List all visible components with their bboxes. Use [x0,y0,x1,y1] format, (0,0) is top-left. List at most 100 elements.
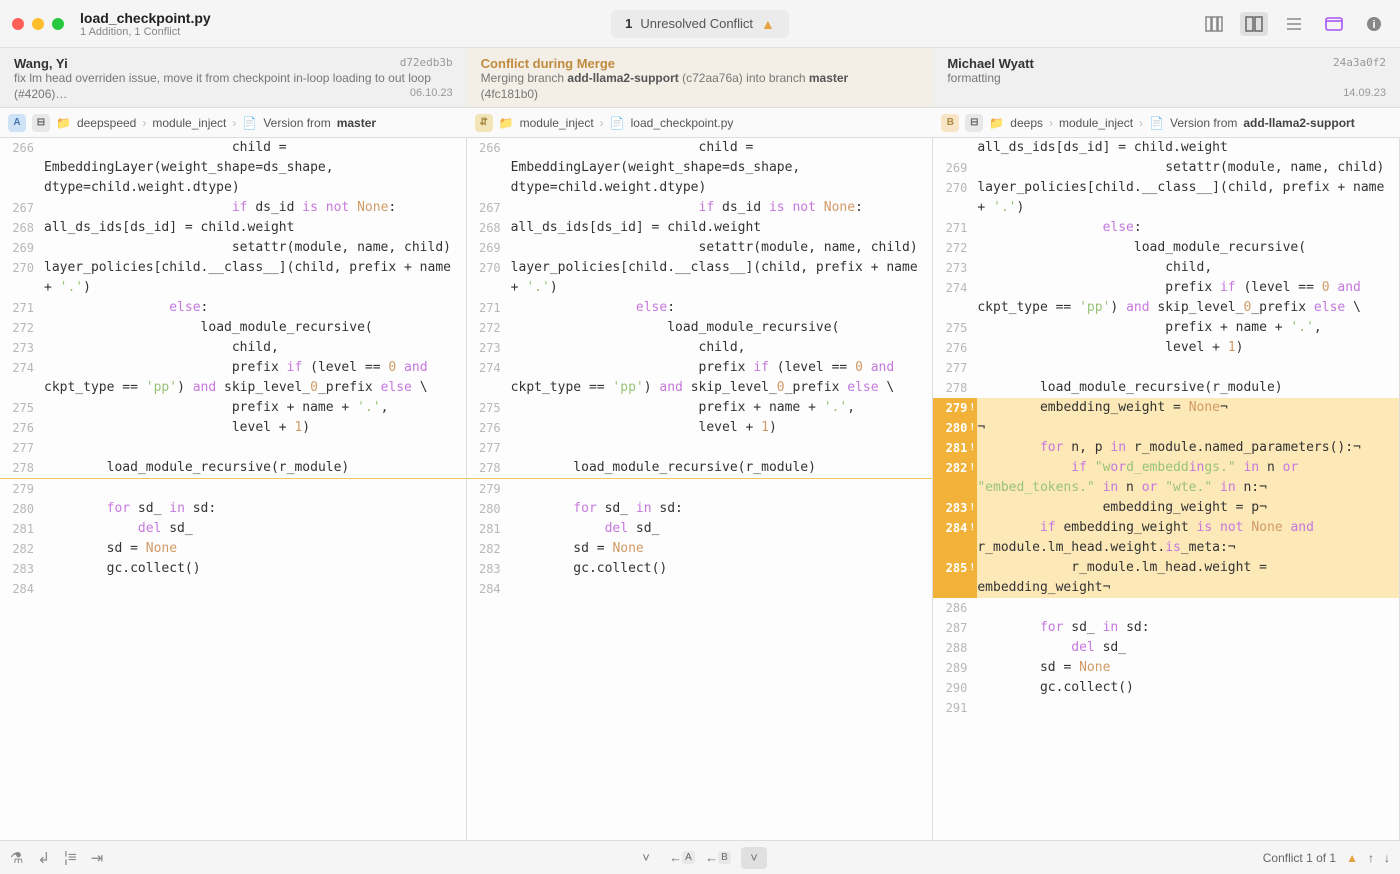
code-line[interactable]: 268all_ds_ids[ds_id] = child.weight [467,218,933,238]
code-middle-pane[interactable]: 266 child = EmbeddingLayer(weight_shape=… [467,138,934,840]
take-from-b-button[interactable]: ←B [705,847,731,869]
code-line[interactable]: 284 [467,579,933,599]
code-text: del sd_ [44,519,466,539]
code-line[interactable]: 269 setattr(module, name, child) [467,238,933,258]
code-line[interactable]: 279 [467,479,933,499]
status-center-group: ˅ ←A ←B ˅ [633,847,767,869]
code-line[interactable]: 282! if "word_embeddings." in n or "embe… [933,458,1399,498]
code-line[interactable]: 266 child = EmbeddingLayer(weight_shape=… [467,138,933,198]
maximize-window-button[interactable] [52,18,64,30]
nav-down-icon[interactable]: ˅ [633,847,659,869]
breadcrumb-right[interactable]: B ⊟ 📁 deeps › module_inject › 📄 Version … [933,108,1400,137]
line-number: 272 [467,318,511,338]
indent-icon[interactable]: ¦≡ [64,849,77,866]
take-from-a-button[interactable]: ←A [669,847,695,869]
code-line[interactable]: 277 [933,358,1399,378]
layout-split-icon[interactable] [1240,12,1268,36]
code-line[interactable]: 283 gc.collect() [0,559,466,579]
code-line[interactable]: 276 level + 1) [933,338,1399,358]
code-line[interactable]: 267 if ds_id is not None: [0,198,466,218]
wrap-icon[interactable]: ↲ [37,849,50,867]
commit-left[interactable]: Wang, Yi fix lm head overriden issue, mo… [0,48,467,107]
conflict-summary-pill[interactable]: 1 Unresolved Conflict ▲ [611,10,789,38]
code-right-pane[interactable]: all_ds_ids[ds_id] = child.weight269 seta… [933,138,1400,840]
close-window-button[interactable] [12,18,24,30]
code-line[interactable]: 273 child, [933,258,1399,278]
line-number: 274 [467,358,511,398]
minimize-window-button[interactable] [32,18,44,30]
code-line[interactable]: 284! if embedding_weight is not None and… [933,518,1399,558]
code-line[interactable]: 288 del sd_ [933,638,1399,658]
code-line[interactable]: 275 prefix + name + '.', [0,398,466,418]
code-line[interactable]: 266 child = EmbeddingLayer(weight_shape=… [0,138,466,198]
code-line[interactable]: 281 del sd_ [467,519,933,539]
split-toggle-badge[interactable]: ⊟ [965,114,983,132]
code-line[interactable]: 270layer_policies[child.__class__](child… [467,258,933,298]
code-line[interactable]: 271 else: [0,298,466,318]
code-line[interactable]: 289 sd = None [933,658,1399,678]
code-line[interactable]: 270layer_policies[child.__class__](child… [0,258,466,298]
code-line[interactable]: 277 [467,438,933,458]
commit-right[interactable]: Michael Wyatt formatting 24a3a0f2 14.09.… [933,48,1400,107]
nav-next-icon[interactable]: ˅ [741,847,767,869]
code-line[interactable]: 284 [0,579,466,599]
layout-columns-icon[interactable] [1200,12,1228,36]
code-line[interactable]: 274 prefix if (level == 0 and ckpt_type … [0,358,466,398]
code-line[interactable]: 269 setattr(module, name, child) [933,158,1399,178]
info-icon[interactable]: i [1360,12,1388,36]
code-line[interactable]: 267 if ds_id is not None: [467,198,933,218]
code-line[interactable]: 283! embedding_weight = p¬ [933,498,1399,518]
code-line[interactable]: 278 load_module_recursive(r_module) [0,458,466,478]
split-toggle-badge[interactable]: ⊟ [32,114,50,132]
line-number: 283! [933,498,977,518]
filter-icon[interactable]: ⚗ [10,849,23,867]
window-mode-icon[interactable] [1320,12,1348,36]
list-view-icon[interactable] [1280,12,1308,36]
code-text: sd = None [977,658,1399,678]
code-line[interactable]: 279! embedding_weight = None¬ [933,398,1399,418]
code-line[interactable]: 275 prefix + name + '.', [467,398,933,418]
code-line[interactable]: 275 prefix + name + '.', [933,318,1399,338]
breadcrumb-left[interactable]: A ⊟ 📁 deepspeed › module_inject › 📄 Vers… [0,108,467,137]
code-text: layer_policies[child.__class__](child, p… [44,258,466,298]
code-line[interactable]: 280!¬ [933,418,1399,438]
next-conflict-button[interactable]: ↓ [1384,851,1390,865]
code-line[interactable]: 274 prefix if (level == 0 and ckpt_type … [467,358,933,398]
code-line[interactable]: 271 else: [467,298,933,318]
code-line[interactable]: 282 sd = None [467,539,933,559]
code-line[interactable]: 277 [0,438,466,458]
code-line[interactable]: 276 level + 1) [0,418,466,438]
code-line[interactable]: 278 load_module_recursive(r_module) [467,458,933,478]
code-line[interactable]: 281! for n, p in r_module.named_paramete… [933,438,1399,458]
breadcrumb-middle[interactable]: ⇵ 📁 module_inject › 📄 load_checkpoint.py [467,108,934,137]
code-line[interactable]: all_ds_ids[ds_id] = child.weight [933,138,1399,158]
code-line[interactable]: 280 for sd_ in sd: [0,499,466,519]
code-line[interactable]: 272 load_module_recursive( [0,318,466,338]
code-line[interactable]: 272 load_module_recursive( [933,238,1399,258]
code-line[interactable]: 291 [933,698,1399,718]
code-line[interactable]: 271 else: [933,218,1399,238]
code-line[interactable]: 273 child, [0,338,466,358]
code-line[interactable]: 276 level + 1) [467,418,933,438]
conflict-position-label: Conflict 1 of 1 [1263,851,1336,865]
code-line[interactable]: 278 load_module_recursive(r_module) [933,378,1399,398]
prev-conflict-button[interactable]: ↑ [1368,851,1374,865]
code-line[interactable]: 274 prefix if (level == 0 and ckpt_type … [933,278,1399,318]
code-line[interactable]: 282 sd = None [0,539,466,559]
code-line[interactable]: 280 for sd_ in sd: [467,499,933,519]
code-line[interactable]: 285! r_module.lm_head.weight = embedding… [933,558,1399,598]
code-line[interactable]: 287 for sd_ in sd: [933,618,1399,638]
code-line[interactable]: 281 del sd_ [0,519,466,539]
whitespace-icon[interactable]: ⇥ [91,849,104,867]
code-line[interactable]: 268all_ds_ids[ds_id] = child.weight [0,218,466,238]
code-line[interactable]: 270layer_policies[child.__class__](child… [933,178,1399,218]
code-line[interactable]: 290 gc.collect() [933,678,1399,698]
code-line[interactable]: 279 [0,479,466,499]
code-line[interactable]: 273 child, [467,338,933,358]
code-line[interactable]: 269 setattr(module, name, child) [0,238,466,258]
code-line[interactable]: 286 [933,598,1399,618]
code-line[interactable]: 283 gc.collect() [467,559,933,579]
commit-right-date: 14.09.23 [1343,87,1386,99]
code-line[interactable]: 272 load_module_recursive( [467,318,933,338]
code-left-pane[interactable]: 266 child = EmbeddingLayer(weight_shape=… [0,138,467,840]
